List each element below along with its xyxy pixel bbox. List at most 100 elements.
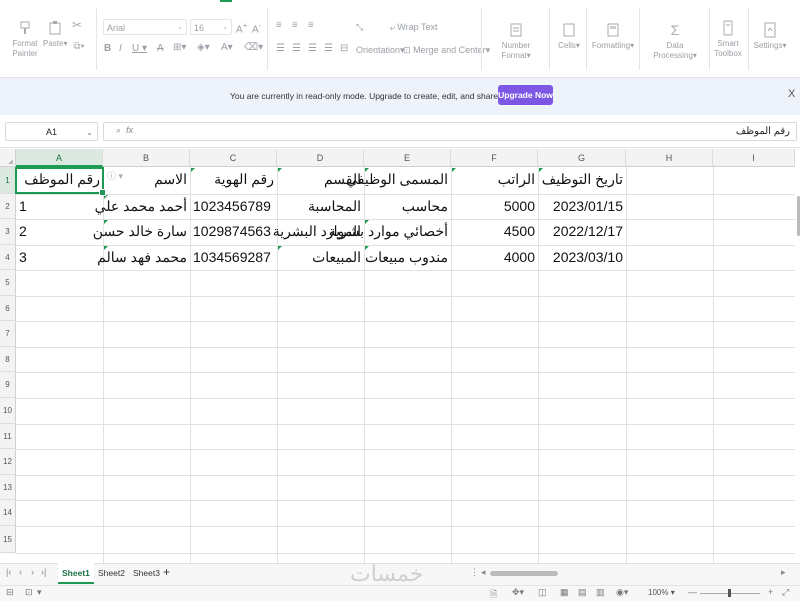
cell-e1[interactable]: المسمى الوظيفي (346, 167, 448, 194)
cell-e3[interactable]: أخصائي موارد بشرية (329, 219, 448, 245)
cut-button[interactable]: ✂ (70, 19, 84, 32)
select-all-corner[interactable] (0, 149, 16, 167)
cell-d2[interactable]: المحاسبة (308, 194, 361, 219)
row-header-11[interactable]: 11 (0, 424, 16, 449)
cell-c2[interactable]: 1023456789 (193, 194, 271, 219)
cell-e4[interactable]: مندوب مبيعات (365, 245, 448, 270)
column-header-d[interactable]: D (277, 149, 364, 167)
align-left-icon[interactable]: ☰ (276, 43, 285, 54)
cell-d4[interactable]: المبيعات (312, 245, 361, 270)
column-header-b[interactable]: B (103, 149, 190, 167)
column-header-i[interactable]: I (713, 149, 795, 167)
eye-icon[interactable]: ◉▾ (616, 587, 628, 598)
row-header-9[interactable]: 9 (0, 372, 16, 398)
add-sheet-icon[interactable]: + (163, 565, 170, 579)
macro-icon[interactable]: ⊟ (6, 587, 14, 598)
fill-color-icon[interactable]: ◈▾ (197, 42, 210, 53)
row-header-6[interactable]: 6 (0, 296, 16, 321)
page-break-icon[interactable]: ▥ (596, 587, 605, 598)
close-banner-icon[interactable]: X (788, 88, 795, 100)
row-header-8[interactable]: 8 (0, 347, 16, 372)
column-header-g[interactable]: G (538, 149, 626, 167)
row-header-1[interactable]: 1 (0, 167, 16, 194)
column-header-a[interactable]: A (16, 149, 103, 167)
scroll-left-icon[interactable]: ◂ (481, 567, 486, 578)
clear-format-icon[interactable]: ⌫▾ (244, 42, 263, 53)
normal-view-icon[interactable]: ▦ (560, 587, 569, 598)
horizontal-scroll-thumb[interactable] (490, 571, 558, 576)
cell-c3[interactable]: 1029874563 (193, 219, 271, 245)
view-icon[interactable]: ◫ (538, 587, 547, 598)
cell-a4[interactable]: 3 (19, 245, 27, 270)
bold-icon[interactable]: B (104, 43, 111, 54)
italic-icon[interactable]: I (119, 43, 122, 54)
decrease-font-icon[interactable]: A- (252, 20, 261, 35)
wrap-text-button[interactable]: ⤡ ⤶ Wrap Text (356, 22, 437, 33)
increase-font-icon[interactable]: A+ (236, 20, 248, 35)
prev-sheet-icon[interactable]: ‹ (19, 567, 22, 577)
scroll-right-icon[interactable]: ▸ (781, 567, 786, 578)
cell-mode-icon[interactable]: ⊡ (25, 587, 33, 598)
align-middle-icon[interactable]: ≡ (292, 20, 298, 31)
borders-icon[interactable]: ⊞▾ (173, 42, 186, 53)
number-format-button[interactable]: Number Format▾ (488, 22, 544, 61)
next-sheet-icon[interactable]: › (31, 567, 34, 577)
format-painter-button[interactable]: Format Painter (10, 20, 40, 59)
cell-b4[interactable]: محمد فهد سالم (97, 245, 187, 270)
column-header-e[interactable]: E (364, 149, 451, 167)
underline-icon[interactable]: U ▾ (132, 43, 147, 54)
cell-b2[interactable]: أحمد محمد علي (95, 194, 187, 219)
row-header-12[interactable]: 12 (0, 449, 16, 475)
cell-c1[interactable]: رقم الهوية (214, 167, 274, 194)
cell-b1[interactable]: الاسم (154, 167, 187, 194)
row-header-3[interactable]: 3 (0, 219, 16, 245)
row-header-13[interactable]: 13 (0, 475, 16, 500)
row-header-7[interactable]: 7 (0, 321, 16, 347)
strikethrough-icon[interactable]: A (157, 43, 164, 54)
column-header-h[interactable]: H (626, 149, 713, 167)
align-bottom-icon[interactable]: ≡ (308, 20, 314, 31)
protect-icon[interactable]: 🗎 (490, 587, 497, 603)
cell-f1[interactable]: الراتب (498, 167, 535, 194)
font-size-select[interactable]: 16 ⌄ (190, 19, 232, 35)
row-header-15[interactable]: 15 (0, 526, 16, 553)
fullscreen-icon[interactable]: ⤢ (782, 587, 789, 598)
upgrade-now-button[interactable]: Upgrade Now (498, 85, 553, 105)
zoom-out-icon[interactable]: — (688, 587, 697, 597)
orientation-button[interactable]: Orientation▾ (356, 45, 405, 56)
cell-g2[interactable]: 2023/01/15 (553, 194, 623, 219)
cells-button[interactable]: Cells▾ (556, 22, 582, 51)
sheet-tab-3[interactable]: Sheet3 (129, 563, 164, 584)
column-header-c[interactable]: C (190, 149, 277, 167)
row-header-2[interactable]: 2 (0, 194, 16, 219)
align-center-icon[interactable]: ☰ (292, 43, 301, 54)
indent-icon[interactable]: ⊟ (340, 43, 348, 54)
page-layout-icon[interactable]: ▤ (578, 587, 587, 598)
copy-button[interactable]: ⧉▾ (70, 42, 88, 52)
smart-toolbox-button[interactable]: Smart Toolbox (713, 20, 743, 59)
cell-e2[interactable]: محاسب (402, 194, 448, 219)
cell-c4[interactable]: 1034569287 (193, 245, 271, 270)
font-name-select[interactable]: Arial ⌄ (103, 19, 187, 35)
cell-f4[interactable]: 4000 (504, 245, 535, 270)
row-header-4[interactable]: 4 (0, 245, 16, 270)
last-sheet-icon[interactable]: ›| (41, 567, 46, 577)
font-color-icon[interactable]: A▾ (221, 42, 233, 53)
zoom-in-icon[interactable]: + (768, 587, 773, 597)
zoom-level[interactable]: 100% ▾ (648, 588, 675, 597)
align-top-icon[interactable]: ≡ (276, 20, 282, 31)
paste-button[interactable]: Paste▾ (43, 20, 67, 49)
name-box[interactable]: A1 ⌄ (5, 122, 98, 141)
data-processing-button[interactable]: Σ Data Processing▾ (645, 22, 705, 61)
formatting-button[interactable]: Formatting▾ (591, 22, 635, 51)
column-header-f[interactable]: F (451, 149, 538, 167)
fx-icon[interactable]: fx (126, 125, 133, 135)
cell-g1[interactable]: تاريخ التوظيف (542, 167, 623, 194)
formula-input[interactable] (103, 122, 797, 141)
distribute-icon[interactable]: ☰ (324, 43, 333, 54)
search-icon[interactable]: ⌕ (116, 125, 121, 135)
cell-a2[interactable]: 1 (19, 194, 27, 219)
settings-button[interactable]: Settings▾ (753, 22, 787, 51)
sheet-tab-1[interactable]: Sheet1 (58, 563, 94, 584)
accessibility-icon[interactable]: ▾ (37, 587, 42, 598)
